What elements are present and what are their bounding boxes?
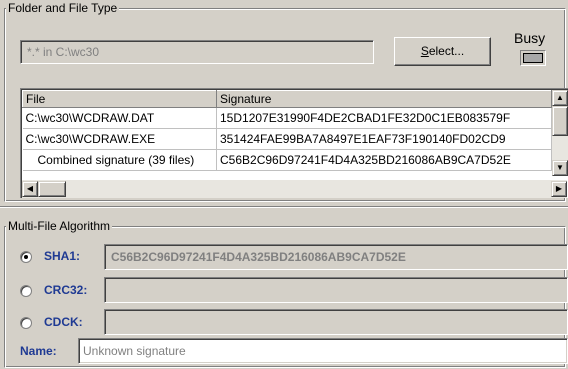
folder-path-value: *.* in C:\wc30: [27, 45, 100, 59]
folder-path-field[interactable]: *.* in C:\wc30: [20, 40, 374, 64]
crc32-radio[interactable]: [20, 285, 32, 297]
sha1-label[interactable]: SHA1:: [44, 249, 80, 263]
scroll-hthumb[interactable]: [38, 181, 66, 197]
cdck-radio[interactable]: [20, 317, 32, 329]
scroll-thumb[interactable]: [552, 106, 568, 136]
table-row[interactable]: C:\wc30\WCDRAW.DAT 15D1207E31990F4DE2CBA…: [22, 107, 552, 129]
file-signature-table[interactable]: File Signature C:\wc30\WCDRAW.DAT 15D120…: [20, 88, 568, 198]
cdck-value-field[interactable]: [104, 309, 568, 335]
select-label: elect...: [428, 44, 465, 58]
crc32-label[interactable]: CRC32:: [44, 283, 87, 297]
file-cell: C:\wc30\WCDRAW.EXE: [22, 128, 217, 150]
crc32-value-field[interactable]: [104, 277, 568, 303]
sha1-radio[interactable]: [20, 251, 32, 263]
select-mnemonic: S: [420, 44, 429, 58]
name-label: Name:: [20, 344, 57, 358]
scroll-right-icon[interactable]: ▶: [551, 181, 567, 197]
busy-indicator-icon: [520, 50, 546, 66]
column-header-signature[interactable]: Signature: [216, 90, 552, 108]
algorithm-group-label: Multi-File Algorithm: [6, 219, 113, 233]
sha1-value-field[interactable]: C56B2C96D97241F4D4A325BD216086AB9CA7D52E: [104, 244, 568, 270]
scroll-down-icon[interactable]: ▼: [552, 160, 568, 176]
table-row-combined[interactable]: Combined signature (39 files) C56B2C96D9…: [22, 149, 552, 171]
select-button[interactable]: Select...: [394, 37, 491, 66]
signature-name-input[interactable]: Unknown signature: [78, 338, 568, 364]
folder-file-type-label: Folder and File Type: [6, 1, 120, 15]
cdck-label[interactable]: CDCK:: [44, 315, 83, 329]
table-row[interactable]: C:\wc30\WCDRAW.EXE 351424FAE99BA7A8497E1…: [22, 128, 552, 150]
scroll-up-icon[interactable]: ▲: [552, 90, 568, 106]
signature-cell: 351424FAE99BA7A8497E1EAF73F190140FD02CD9: [216, 128, 552, 150]
table-header: File Signature: [22, 90, 552, 108]
section-divider: [0, 206, 568, 208]
horizontal-scrollbar[interactable]: ◀ ▶: [22, 180, 567, 198]
busy-label: Busy: [514, 30, 546, 46]
file-cell: Combined signature (39 files): [22, 149, 217, 171]
scroll-left-icon[interactable]: ◀: [22, 181, 38, 197]
sha1-value: C56B2C96D97241F4D4A325BD216086AB9CA7D52E: [111, 250, 406, 264]
signature-name-placeholder: Unknown signature: [83, 344, 186, 358]
signature-cell: 15D1207E31990F4DE2CBAD1FE32D0C1EB083579F: [216, 107, 552, 129]
vertical-scrollbar[interactable]: ▲ ▼: [552, 90, 568, 176]
file-cell: C:\wc30\WCDRAW.DAT: [22, 107, 217, 129]
column-header-file[interactable]: File: [22, 90, 217, 108]
signature-cell: C56B2C96D97241F4D4A325BD216086AB9CA7D52E: [216, 149, 552, 171]
